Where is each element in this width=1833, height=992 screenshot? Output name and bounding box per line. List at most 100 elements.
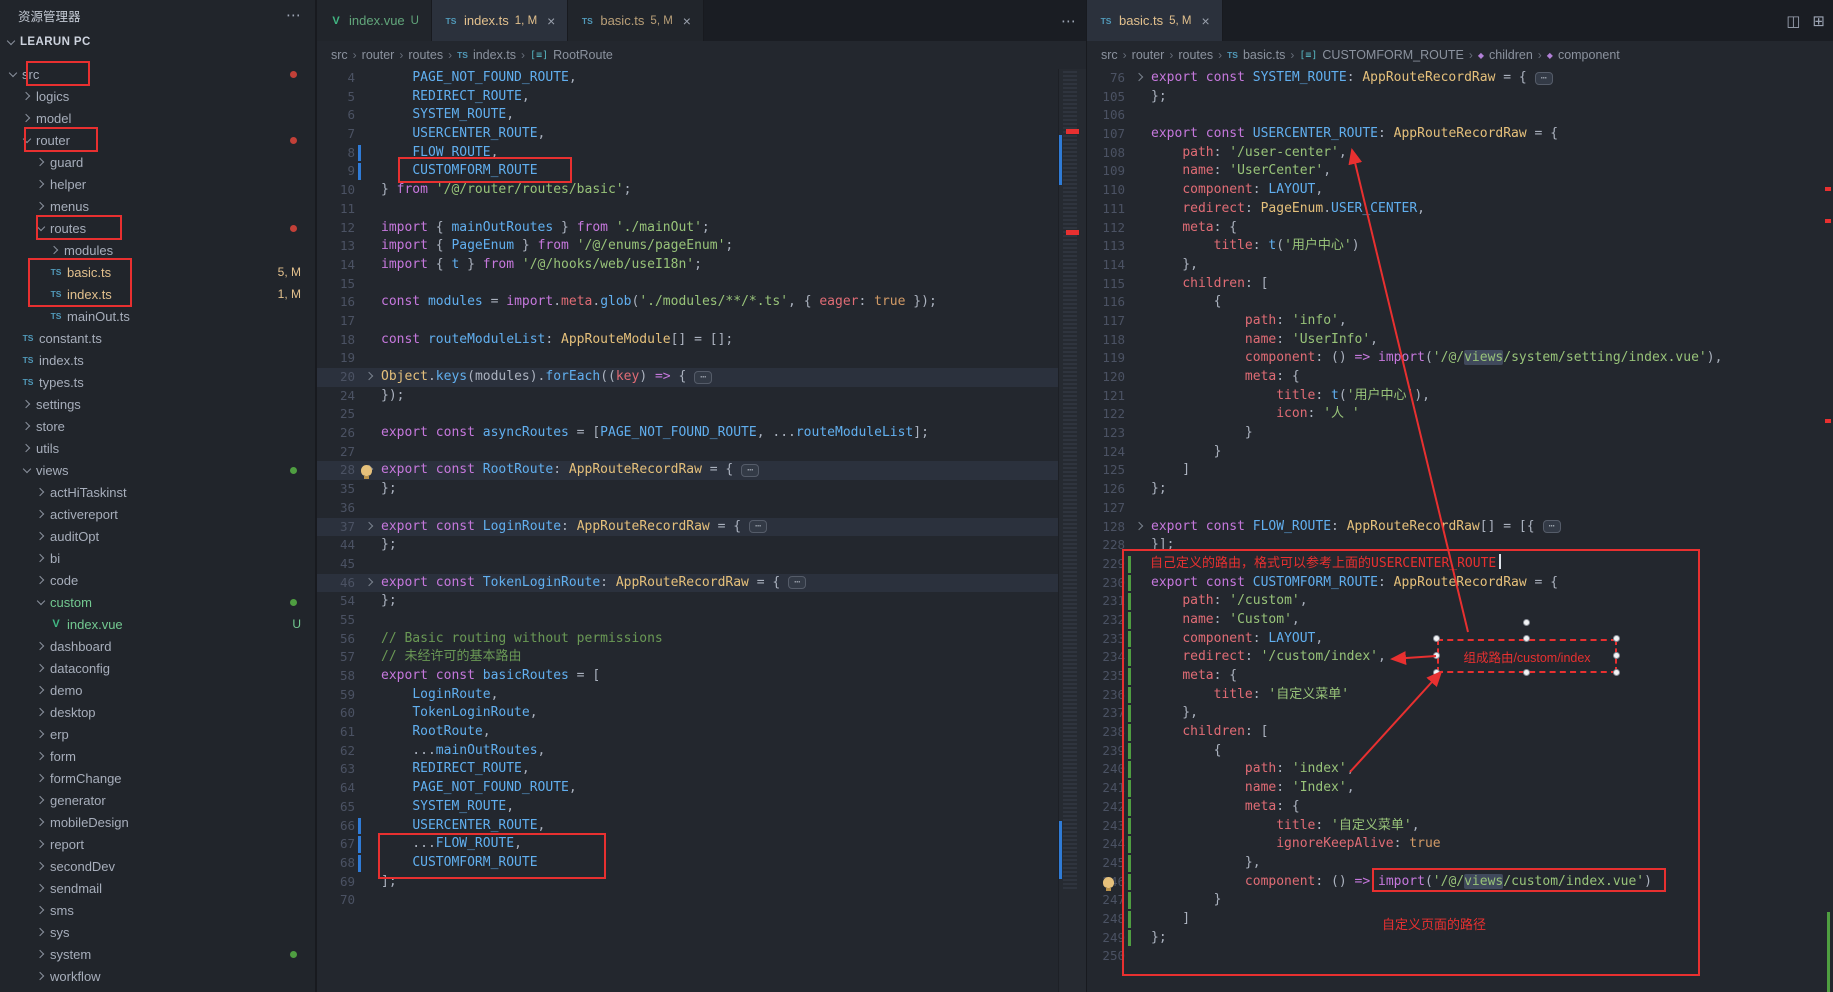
overview-ruler[interactable] — [1823, 69, 1833, 992]
code-line-235[interactable]: 235 meta: { — [1087, 667, 1833, 686]
breadcrumb-item[interactable]: children — [1489, 48, 1533, 62]
tree-folder-mobileDesign[interactable]: mobileDesign — [0, 811, 315, 833]
tab-index.vue[interactable]: Vindex.vueU — [317, 0, 432, 41]
tree-folder-demo[interactable]: demo — [0, 679, 315, 701]
tree-folder-guard[interactable]: guard — [0, 151, 315, 173]
breadcrumb-item[interactable]: src — [331, 48, 348, 62]
code-line-18[interactable]: 18const routeModuleList: AppRouteModule[… — [317, 331, 1086, 350]
tree-folder-settings[interactable]: settings — [0, 393, 315, 415]
code-line-107[interactable]: 107export const USERCENTER_ROUTE: AppRou… — [1087, 125, 1833, 144]
code-line-119[interactable]: 119 component: () => import('/@/views/sy… — [1087, 349, 1833, 368]
code-line-240[interactable]: 240 path: 'index', — [1087, 760, 1833, 779]
tree-folder-workflow[interactable]: workflow — [0, 965, 315, 987]
tree-folder-activereport[interactable]: activereport — [0, 503, 315, 525]
code-line-112[interactable]: 112 meta: { — [1087, 219, 1833, 238]
code-line-229[interactable]: 229 — [1087, 555, 1833, 574]
fold-chevron-icon[interactable] — [365, 577, 373, 585]
tree-folder-model[interactable]: model — [0, 107, 315, 129]
tree-folder-dataconfig[interactable]: dataconfig — [0, 657, 315, 679]
tab-index.ts[interactable]: TSindex.ts1, M× — [432, 0, 568, 41]
code-line-233[interactable]: 233 component: LAYOUT, — [1087, 630, 1833, 649]
tree-folder-secondDev[interactable]: secondDev — [0, 855, 315, 877]
code-line-58[interactable]: 58export const basicRoutes = [ — [317, 667, 1086, 686]
code-line-105[interactable]: 105}; — [1087, 88, 1833, 107]
tree-folder-system[interactable]: system — [0, 943, 315, 965]
code-line-8[interactable]: 8 FLOW_ROUTE, — [317, 144, 1086, 163]
tree-folder-form[interactable]: form — [0, 745, 315, 767]
code-line-70[interactable]: 70 — [317, 891, 1086, 910]
tree-folder-report[interactable]: report — [0, 833, 315, 855]
code-line-106[interactable]: 106 — [1087, 106, 1833, 125]
breadcrumb-item[interactable]: router — [1132, 48, 1165, 62]
folded-code-badge[interactable]: ⋯ — [1535, 72, 1553, 85]
tree-file-index.vue[interactable]: Vindex.vueU — [0, 613, 315, 635]
code-line-15[interactable]: 15 — [317, 275, 1086, 294]
code-line-55[interactable]: 55 — [317, 611, 1086, 630]
code-line-114[interactable]: 114 }, — [1087, 256, 1833, 275]
tab-basic.ts[interactable]: TSbasic.ts5, M× — [568, 0, 704, 41]
tree-folder-custom[interactable]: custom — [0, 591, 315, 613]
code-line-10[interactable]: 10} from '/@/router/routes/basic'; — [317, 181, 1086, 200]
tree-folder-views[interactable]: views — [0, 459, 315, 481]
code-line-26[interactable]: 26export const asyncRoutes = [PAGE_NOT_F… — [317, 424, 1086, 443]
code-line-66[interactable]: 66 USERCENTER_ROUTE, — [317, 817, 1086, 836]
lightbulb-icon[interactable] — [361, 465, 372, 476]
code-line-4[interactable]: 4 PAGE_NOT_FOUND_ROUTE, — [317, 69, 1086, 88]
code-line-59[interactable]: 59 LoginRoute, — [317, 686, 1086, 705]
code-line-64[interactable]: 64 PAGE_NOT_FOUND_ROUTE, — [317, 779, 1086, 798]
tree-folder-bi[interactable]: bi — [0, 547, 315, 569]
more-actions-icon[interactable]: ⋯ — [286, 6, 301, 24]
fold-chevron-icon[interactable] — [1135, 521, 1143, 529]
code-line-236[interactable]: 236 title: '自定义菜单' — [1087, 686, 1833, 705]
code-line-37[interactable]: 37export const LoginRoute: AppRouteRecor… — [317, 518, 1086, 537]
tree-folder-code[interactable]: code — [0, 569, 315, 591]
tree-folder-sms[interactable]: sms — [0, 899, 315, 921]
code-line-237[interactable]: 237 }, — [1087, 704, 1833, 723]
code-line-14[interactable]: 14import { t } from '/@/hooks/web/useI18… — [317, 256, 1086, 275]
code-line-28[interactable]: 28export const RootRoute: AppRouteRecord… — [317, 461, 1086, 480]
code-line-69[interactable]: 69]; — [317, 873, 1086, 892]
code-line-5[interactable]: 5 REDIRECT_ROUTE, — [317, 88, 1086, 107]
tree-folder-modules[interactable]: modules — [0, 239, 315, 261]
code-line-108[interactable]: 108 path: '/user-center', — [1087, 144, 1833, 163]
code-line-35[interactable]: 35}; — [317, 480, 1086, 499]
code-line-6[interactable]: 6 SYSTEM_ROUTE, — [317, 106, 1086, 125]
code-line-122[interactable]: 122 icon: '人 ' — [1087, 405, 1833, 424]
tree-folder-auditOpt[interactable]: auditOpt — [0, 525, 315, 547]
workspace-section[interactable]: LEARUN PC — [0, 30, 315, 54]
lightbulb-icon[interactable] — [1103, 877, 1114, 888]
code-line-232[interactable]: 232 name: 'Custom', — [1087, 611, 1833, 630]
close-icon[interactable]: × — [683, 13, 691, 29]
code-line-245[interactable]: 245 }, — [1087, 854, 1833, 873]
code-line-128[interactable]: 128export const FLOW_ROUTE: AppRouteReco… — [1087, 518, 1833, 537]
code-line-239[interactable]: 239 { — [1087, 742, 1833, 761]
code-line-249[interactable]: 249}; — [1087, 929, 1833, 948]
code-line-241[interactable]: 241 name: 'Index', — [1087, 779, 1833, 798]
code-line-60[interactable]: 60 TokenLoginRoute, — [317, 704, 1086, 723]
fold-chevron-icon[interactable] — [365, 521, 373, 529]
tree-folder-helper[interactable]: helper — [0, 173, 315, 195]
code-line-247[interactable]: 247 } — [1087, 891, 1833, 910]
tree-folder-desktop[interactable]: desktop — [0, 701, 315, 723]
folded-code-badge[interactable]: ⋯ — [694, 371, 712, 384]
tree-folder-menus[interactable]: menus — [0, 195, 315, 217]
code-line-234[interactable]: 234 redirect: '/custom/index', — [1087, 648, 1833, 667]
code-line-62[interactable]: 62 ...mainOutRoutes, — [317, 742, 1086, 761]
breadcrumb-item[interactable]: basic.ts — [1243, 48, 1285, 62]
tab-basic.ts[interactable]: TSbasic.ts5, M× — [1087, 0, 1223, 41]
code-line-124[interactable]: 124 } — [1087, 443, 1833, 462]
split-editor-icon[interactable]: ◫ — [1786, 12, 1800, 30]
tree-file-mainOut.ts[interactable]: TSmainOut.ts — [0, 305, 315, 327]
tree-folder-src[interactable]: src — [0, 63, 315, 85]
code-line-246[interactable]: 246 component: () => import('/@/views/cu… — [1087, 873, 1833, 892]
code-line-56[interactable]: 56// Basic routing without permissions — [317, 630, 1086, 649]
code-line-57[interactable]: 57// 未经许可的基本路由 — [317, 648, 1086, 667]
code-line-248[interactable]: 248 ] — [1087, 910, 1833, 929]
code-line-231[interactable]: 231 path: '/custom', — [1087, 592, 1833, 611]
breadcrumb-item[interactable]: routes — [408, 48, 443, 62]
code-line-27[interactable]: 27 — [317, 443, 1086, 462]
folded-code-badge[interactable]: ⋯ — [749, 520, 767, 533]
code-line-230[interactable]: 230export const CUSTOMFORM_ROUTE: AppRou… — [1087, 574, 1833, 593]
code-line-118[interactable]: 118 name: 'UserInfo', — [1087, 331, 1833, 350]
tree-folder-routes[interactable]: routes — [0, 217, 315, 239]
